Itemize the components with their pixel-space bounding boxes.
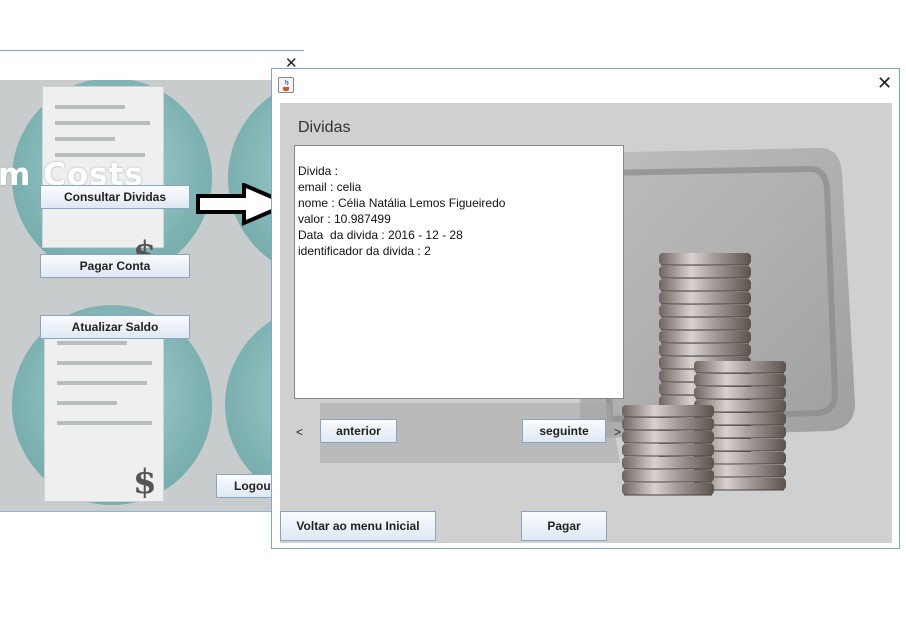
window-title-border (0, 50, 304, 51)
debt-details-textarea[interactable]: Divida : email : celia nome : Célia Natá… (294, 145, 624, 399)
coin (622, 418, 714, 430)
coin (659, 253, 751, 265)
next-marker: > (614, 425, 622, 439)
coin (622, 444, 714, 456)
voltar-menu-button[interactable]: Voltar ao menu Inicial (280, 511, 436, 541)
coin (659, 266, 751, 278)
dollar-icon: $ (133, 462, 157, 502)
seguinte-button[interactable]: seguinte (522, 419, 606, 443)
coin (622, 483, 714, 495)
detail-line: email : celia (298, 180, 362, 194)
coin (659, 318, 751, 330)
coin (622, 470, 714, 482)
detail-line: Divida : (298, 164, 339, 178)
coin (659, 305, 751, 317)
coin (694, 387, 786, 399)
coin (622, 405, 714, 417)
coin (659, 331, 751, 343)
dividas-panel: Dividas Divida : email : celia nome : Cé… (280, 103, 892, 543)
pagar-conta-button[interactable]: Pagar Conta (40, 254, 190, 278)
atualizar-saldo-button[interactable]: Atualizar Saldo (40, 315, 190, 339)
detail-line: identificador da divida : 2 (298, 244, 431, 258)
main-menu-body: $ $ m Costs (0, 80, 304, 512)
consultar-dividas-button[interactable]: Consultar Dividas (40, 185, 190, 209)
anterior-button[interactable]: anterior (320, 419, 397, 443)
main-menu-window: ✕ $ $ m Costs Consultar Dividas Pagar Co… (0, 50, 304, 512)
dividas-window: ✕ Dividas Divida: email: celia nome: … (271, 68, 900, 549)
coin (694, 361, 786, 373)
coin (694, 374, 786, 386)
coin (659, 292, 751, 304)
detail-line: nome : Célia Natália Lemos Figueiredo (298, 196, 506, 210)
prev-marker: < (296, 425, 304, 439)
section-title: Dividas (298, 119, 351, 136)
java-cup-icon (278, 77, 294, 93)
coin (659, 344, 751, 356)
coin (659, 279, 751, 291)
detail-line: valor : 10.987499 (298, 212, 391, 226)
coin (622, 457, 714, 469)
coin (622, 431, 714, 443)
pagar-button[interactable]: Pagar (521, 511, 607, 541)
window-title-bar[interactable]: ✕ (272, 69, 899, 101)
detail-line: Data da divida : 2016 - 12 - 28 (298, 228, 463, 242)
close-icon[interactable]: ✕ (877, 74, 892, 92)
